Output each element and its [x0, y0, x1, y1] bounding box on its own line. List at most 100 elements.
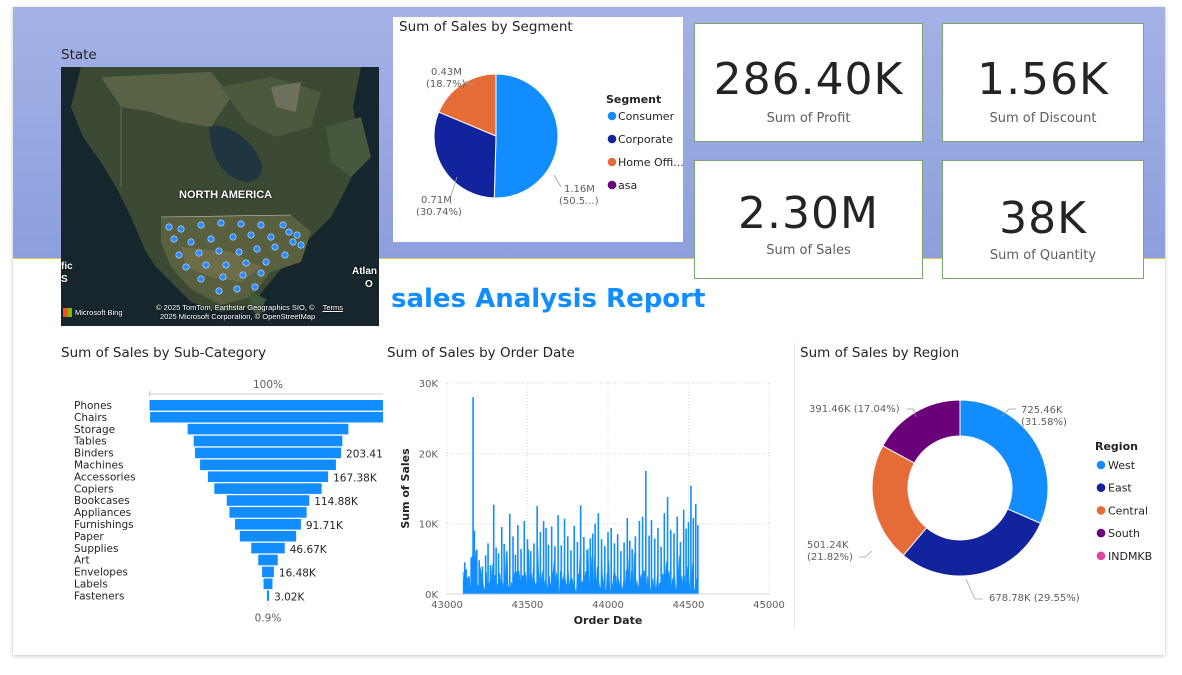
- funnel-category-label: Appliances: [74, 507, 131, 519]
- funnel-bar: [239, 530, 297, 542]
- donut-legend-marker: [1096, 483, 1106, 492]
- funnel-bar: [200, 459, 336, 471]
- funnel-category-label: Tables: [73, 436, 107, 448]
- map-state-point: [237, 220, 245, 228]
- funnel-bar: [263, 578, 273, 590]
- donut-data-label: (31.58%): [1021, 417, 1067, 428]
- map-state-point: [271, 243, 279, 251]
- map-state-point: [202, 261, 210, 269]
- funnel-data-label: 203.41K: [346, 449, 387, 461]
- map-state-point: [217, 219, 225, 227]
- order-date-line-visual[interactable]: Sum of Sales by Order Date 0K 10K 20K 30K 43…: [383, 343, 793, 628]
- line-series: [462, 397, 699, 595]
- pie-pct-label: (50.5...): [559, 196, 599, 207]
- funnel-chart: 100% PhonesChairsStorageTablesBinders 203.…: [73, 379, 387, 623]
- map-state-point: [289, 238, 297, 246]
- funnel-category-label: Accessories: [74, 471, 136, 483]
- region-donut-visual[interactable]: Sum of Sales by Region 725.46K (31.58%) 67…: [794, 343, 1164, 628]
- funnel-category-label: Copiers: [74, 483, 114, 495]
- donut-slice-east: [902, 508, 1042, 577]
- pie-legend-marker: [607, 111, 617, 121]
- map-title: State: [61, 47, 97, 63]
- state-map-visual[interactable]: State NORTH AMERICA fic S Atlan O Micros…: [57, 45, 381, 327]
- subcategory-funnel-visual[interactable]: Sum of Sales by Sub-Category 100% Phones C…: [57, 343, 387, 623]
- map-state-point: [197, 221, 205, 229]
- map-state-point: [177, 225, 185, 233]
- funnel-bar: [207, 471, 329, 482]
- funnel-bar: [226, 495, 310, 506]
- pie-slice-consumer: [493, 73, 559, 199]
- map-state-point: [175, 251, 183, 259]
- donut-legend-label: INDMKB: [1108, 550, 1152, 563]
- card-quantity-label: Sum of Quantity: [989, 248, 1097, 263]
- pie-data-label: 0.71M: [421, 195, 452, 206]
- line-xtick-label: 43500: [512, 600, 544, 611]
- funnel-bar: [262, 566, 274, 578]
- donut-legend-label: East: [1108, 482, 1132, 495]
- donut-chart: 725.46K(31.58%) 678.78K (29.55%) 501.24K(2…: [807, 399, 1152, 604]
- map-state-point: [293, 231, 301, 239]
- card-sales[interactable]: 2.30M Sum of Sales: [694, 160, 923, 279]
- funnel-data-label: 167.38K: [333, 472, 378, 484]
- funnel-category-label: Phones: [74, 400, 112, 412]
- map-edge-label-left2: S: [61, 274, 68, 285]
- funnel-bar: [258, 554, 278, 566]
- donut-leader-line: [965, 578, 983, 600]
- funnel-category-label: Envelopes: [74, 567, 128, 579]
- funnel-bar: [266, 590, 270, 601]
- pie-legend-marker: [607, 180, 617, 190]
- donut-legend-label: South: [1108, 527, 1140, 540]
- pie-legend-label: Corporate: [618, 133, 673, 146]
- donut-legend-title: Region: [1095, 440, 1138, 453]
- map-edge-label-right2: O: [365, 279, 373, 290]
- donut-legend-marker: [1096, 460, 1106, 470]
- card-sales-label: Sum of Sales: [766, 243, 851, 258]
- microsoft-logo-icon: [63, 308, 72, 317]
- map-edge-label-left: fic: [61, 261, 73, 272]
- map-state-point: [197, 275, 205, 283]
- map-state-point: [279, 221, 287, 229]
- pie-pct-label: (30.74%): [416, 207, 462, 218]
- funnel-bar: [149, 400, 387, 411]
- line-x-axis-label: Order Date: [574, 614, 643, 627]
- map-state-point: [222, 261, 230, 269]
- funnel-category-label: Paper: [74, 531, 104, 543]
- pie-legend-title: Segment: [606, 93, 661, 106]
- map-state-point: [257, 221, 265, 229]
- map-state-point: [187, 238, 195, 246]
- donut-legend-marker: [1096, 528, 1106, 538]
- map-attribution-line2: 2025 Microsoft Corporation, © OpenStreet…: [160, 312, 316, 321]
- funnel-category-label: Chairs: [74, 412, 107, 424]
- segment-pie-visual[interactable]: Sum of Sales by Segment 1.16M (50.5...) 0.…: [393, 17, 683, 242]
- bing-label: Microsoft Bing: [75, 308, 123, 317]
- card-discount[interactable]: 1.56K Sum of Discount: [942, 23, 1144, 142]
- pie-legend-marker: [607, 157, 617, 167]
- map-state-point: [195, 249, 203, 257]
- donut-data-label: 678.78K (29.55%): [989, 593, 1080, 604]
- donut-data-label: (21.82%): [807, 552, 853, 563]
- map-edge-label-right: Atlan: [352, 266, 377, 277]
- map-state-point: [262, 258, 270, 266]
- map-terms-link[interactable]: Terms: [323, 303, 343, 312]
- donut-data-label: 725.46K: [1021, 405, 1063, 416]
- map-state-point: [251, 283, 259, 291]
- card-quantity[interactable]: 38K Sum of Quantity: [942, 160, 1144, 279]
- card-discount-value: 1.56K: [977, 54, 1109, 105]
- line-y-axis-label: Sum of Sales: [399, 448, 412, 529]
- funnel-category-label: Supplies: [74, 543, 118, 555]
- funnel-category-label: Storage: [74, 424, 115, 436]
- funnel-bar: [235, 519, 301, 530]
- dashboard-canvas: State NORTH AMERICA fic S Atlan O Micros…: [0, 0, 1182, 675]
- map-state-point: [219, 273, 227, 281]
- map-state-point: [229, 233, 237, 241]
- line-xtick-label: 43000: [431, 600, 463, 611]
- map-state-point: [235, 248, 243, 256]
- map-state-point: [215, 287, 223, 295]
- card-profit[interactable]: 286.40K Sum of Profit: [694, 23, 923, 142]
- map-region-label: NORTH AMERICA: [179, 189, 273, 201]
- map-canvas[interactable]: NORTH AMERICA fic S Atlan O Microsoft Bi…: [61, 67, 379, 326]
- funnel-bar: [193, 435, 343, 447]
- line-xtick-label: 44500: [673, 600, 705, 611]
- funnel-data-label: 3.02K: [274, 591, 305, 603]
- card-profit-value: 286.40K: [713, 54, 904, 105]
